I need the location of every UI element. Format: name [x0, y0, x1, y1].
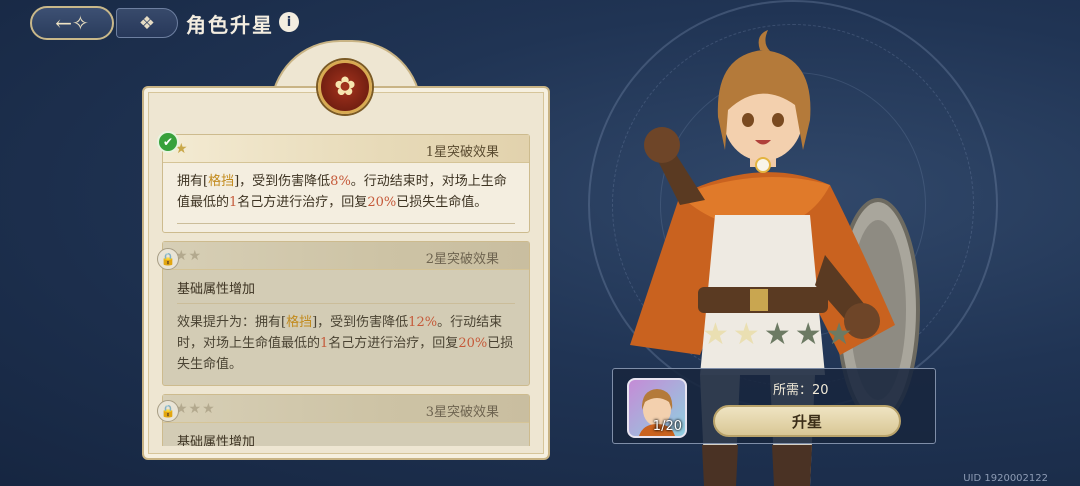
- lock-icon: 🔒: [157, 400, 179, 422]
- required-label: 所需：20: [773, 383, 829, 398]
- upgrade-card: 1/20 所需：20 升星: [612, 368, 936, 444]
- flower-emblem-icon: ✿: [318, 60, 372, 114]
- section-description: 效果提升为：拥有[格挡]，受到伤害降低12%。行动结束时，对场上生命值最低的1名…: [177, 315, 514, 372]
- section-title: 3星突破效果: [425, 405, 499, 420]
- character-star-rating: ★ ★ ★ ★ ★: [702, 320, 853, 350]
- back-button[interactable]: ←✧: [30, 6, 114, 40]
- shard-avatar[interactable]: 1/20: [627, 378, 687, 438]
- uid-label: UID 1920002122: [963, 473, 1048, 484]
- section-description: 拥有[格挡]，受到伤害降低8%。行动结束时，对场上生命值最低的1名己方进行治疗，…: [177, 174, 507, 210]
- breakthrough-section-3: ★★★ 3星突破效果 基础属性增加: [162, 394, 530, 446]
- section-header: ★★ 2星突破效果: [163, 242, 529, 270]
- lock-icon: 🔒: [157, 248, 179, 270]
- divider: [177, 223, 515, 224]
- breakthrough-section-2: ★★ 2星突破效果 基础属性增加 效果提升为：拥有[格挡]，受到伤害降低12%。…: [162, 241, 530, 386]
- star-icon: ★★: [175, 247, 203, 264]
- breakthrough-section-1: ★ 1星突破效果 拥有[格挡]，受到伤害降低8%。行动结束时，对场上生命值最低的…: [162, 134, 530, 233]
- shard-count: 1/20: [652, 419, 682, 434]
- breakthrough-list[interactable]: ★ 1星突破效果 拥有[格挡]，受到伤害降低8%。行动结束时，对场上生命值最低的…: [160, 134, 532, 446]
- section-subtitle: 基础属性增加: [177, 435, 256, 446]
- check-icon: ✔: [157, 131, 179, 153]
- section-title: 1星突破效果: [425, 145, 499, 160]
- star-icon: ★★★: [175, 400, 216, 417]
- upgrade-star-button[interactable]: 升星: [713, 405, 901, 437]
- star-filled-icon: ★: [702, 317, 729, 352]
- back-arrow-icon: ←✧: [55, 11, 89, 35]
- star-empty-icon: ★: [825, 317, 853, 352]
- info-icon[interactable]: i: [279, 12, 299, 32]
- menu-button[interactable]: ❖: [116, 8, 178, 38]
- grid-icon: ❖: [138, 12, 156, 34]
- section-title: 2星突破效果: [425, 252, 499, 267]
- page-title: 角色升星: [186, 13, 274, 37]
- section-header: ★ 1星突破效果: [163, 135, 529, 163]
- section-header: ★★★ 3星突破效果: [163, 395, 529, 423]
- section-subtitle: 基础属性增加: [177, 282, 256, 297]
- star-empty-icon: ★: [794, 317, 822, 352]
- star-empty-icon: ★: [763, 317, 791, 352]
- star-filled-icon: ★: [732, 317, 760, 352]
